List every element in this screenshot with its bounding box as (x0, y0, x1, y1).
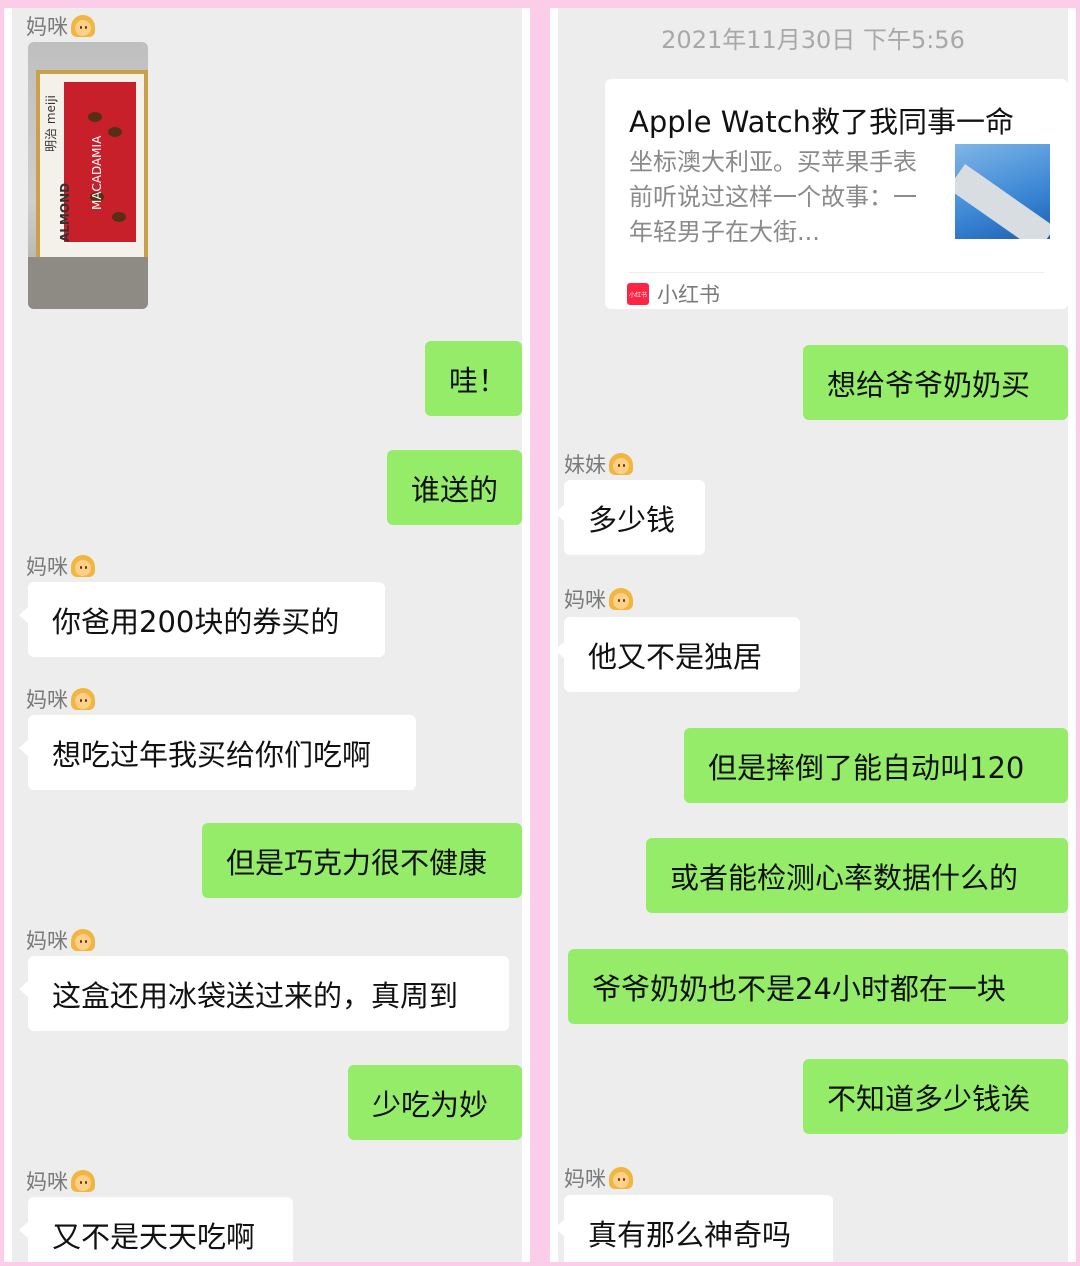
divider (629, 272, 1044, 273)
sender-name: 妈咪 (26, 551, 96, 581)
chat-area-right[interactable]: 2021年11月30日 下午5:56 Apple Watch救了我同事一命 坐标… (558, 8, 1068, 1262)
chat-bubble-outgoing[interactable]: 想给爷爷奶奶买 (803, 345, 1068, 420)
sender-name: 妹妹 (564, 449, 634, 479)
chat-bubble-incoming[interactable]: 多少钱 (558, 480, 705, 555)
link-card-thumbnail (955, 144, 1050, 239)
woman-emoji-icon (70, 553, 96, 579)
chat-bubble-outgoing[interactable]: 爷爷奶奶也不是24小时都在一块 (568, 949, 1068, 1024)
chat-bubble-outgoing[interactable]: 或者能检测心率数据什么的 (646, 838, 1068, 913)
link-card[interactable]: Apple Watch救了我同事一命 坐标澳大利亚。买苹果手表前听说过这样一个故… (605, 79, 1068, 309)
photo-macadamia-text: MACADAMIA (90, 135, 104, 210)
chat-panel-left: 妈咪 明治 meiji ALMOND MACADAMIA 哇！ 谁送的 妈咪 你… (4, 8, 530, 1262)
chat-bubble-incoming[interactable]: 真有那么神奇吗 (558, 1195, 833, 1262)
chat-bubble-outgoing[interactable]: 谁送的 (387, 450, 522, 525)
chat-bubble-incoming[interactable]: 又不是天天吃啊 (19, 1197, 293, 1262)
sender-name: 妈咪 (26, 1166, 96, 1196)
chat-bubble-outgoing[interactable]: 不知道多少钱诶 (803, 1059, 1068, 1134)
chat-panel-right: 2021年11月30日 下午5:56 Apple Watch救了我同事一命 坐标… (550, 8, 1076, 1262)
chat-bubble-incoming[interactable]: 他又不是独居 (558, 617, 800, 692)
woman-emoji-icon (70, 927, 96, 953)
chat-bubble-incoming[interactable]: 这盒还用冰袋送过来的，真周到 (19, 956, 509, 1031)
chat-area-left[interactable]: 妈咪 明治 meiji ALMOND MACADAMIA 哇！ 谁送的 妈咪 你… (12, 8, 522, 1262)
link-card-description: 坐标澳大利亚。买苹果手表前听说过这样一个故事：一年轻男子在大街... (629, 148, 917, 246)
photo-brand-text: 明治 meiji (44, 95, 58, 152)
link-card-title: Apple Watch救了我同事一命 (629, 105, 1015, 139)
chat-bubble-incoming[interactable]: 你爸用200块的券买的 (19, 582, 385, 657)
sender-name: 妈咪 (564, 1163, 634, 1193)
chat-bubble-outgoing[interactable]: 但是摔倒了能自动叫120 (684, 728, 1068, 803)
chat-bubble-outgoing[interactable]: 哇！ (425, 341, 522, 416)
woman-emoji-icon (608, 586, 634, 612)
woman-emoji-icon (70, 13, 96, 39)
sender-name: 妈咪 (26, 925, 96, 955)
woman-emoji-icon (70, 686, 96, 712)
chat-bubble-outgoing[interactable]: 但是巧克力很不健康 (202, 823, 522, 898)
xiaohongshu-icon: 小红书 (627, 283, 649, 305)
sender-name: 妈咪 (26, 11, 96, 41)
photo-almond-text: ALMOND (58, 182, 72, 242)
sender-name: 妈咪 (26, 684, 96, 714)
chat-timestamp: 2021年11月30日 下午5:56 (661, 26, 965, 54)
sender-name: 妈咪 (564, 584, 634, 614)
girl-emoji-icon (608, 451, 634, 477)
chat-bubble-incoming[interactable]: 想吃过年我买给你们吃啊 (19, 715, 416, 790)
woman-emoji-icon (70, 1168, 96, 1194)
image-message[interactable]: 明治 meiji ALMOND MACADAMIA (28, 42, 148, 309)
link-card-source: 小红书 小红书 (627, 283, 720, 307)
chat-bubble-outgoing[interactable]: 少吃为妙 (348, 1065, 522, 1140)
woman-emoji-icon (608, 1165, 634, 1191)
